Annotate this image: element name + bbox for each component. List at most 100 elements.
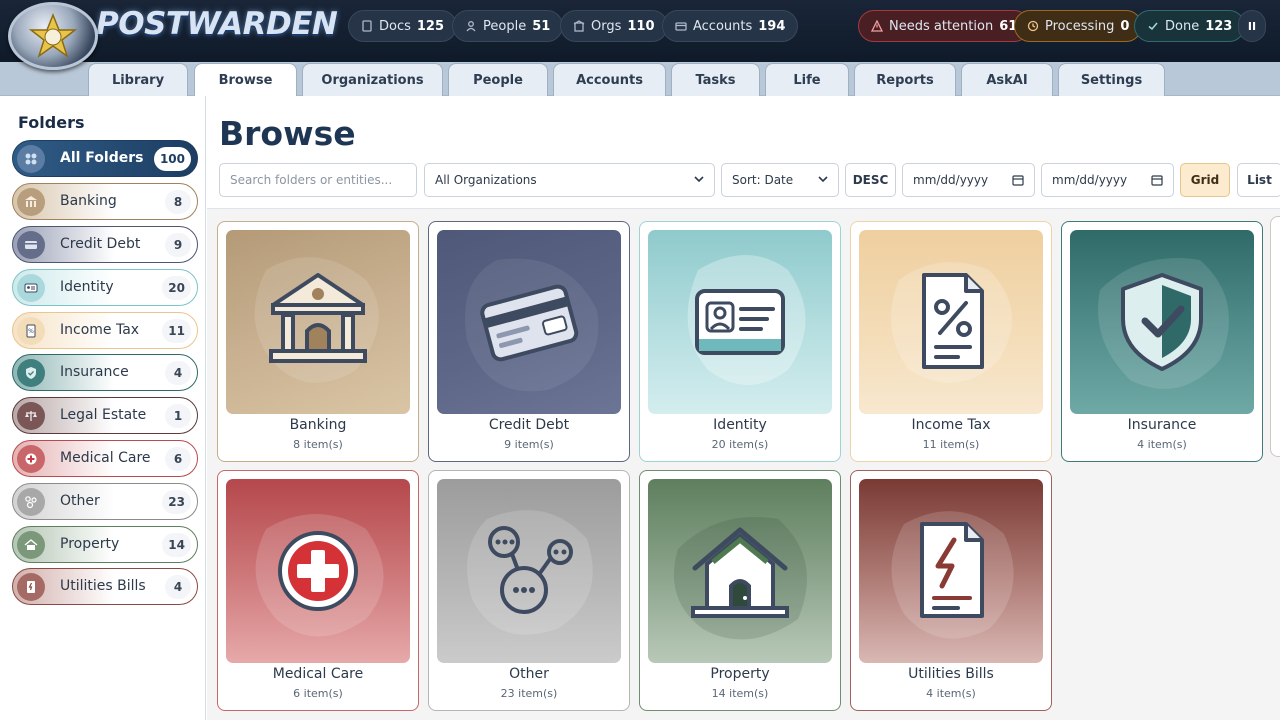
folder-card-medical-care[interactable]: Medical Care 6 item(s) bbox=[217, 470, 419, 711]
all-folders-icon bbox=[17, 145, 45, 173]
organization-select[interactable]: All Organizations bbox=[424, 163, 715, 197]
sidebar-item-banking[interactable]: Banking 8 bbox=[12, 183, 198, 220]
main-tab-bar: Library Browse Organizations People Acco… bbox=[0, 62, 1280, 97]
sidebar-item-count: 11 bbox=[162, 319, 191, 343]
check-icon bbox=[1148, 22, 1158, 31]
card-count: 9 item(s) bbox=[504, 438, 554, 451]
clock-icon bbox=[1027, 20, 1039, 32]
calendar-icon[interactable] bbox=[1151, 174, 1163, 186]
sidebar-item-count: 9 bbox=[165, 233, 191, 257]
id-card-icon bbox=[695, 289, 785, 355]
tab-library[interactable]: Library bbox=[88, 63, 188, 96]
tax-document-icon bbox=[922, 273, 984, 369]
sidebar-item-credit-debt[interactable]: Credit Debt 9 bbox=[12, 226, 198, 263]
chevron-down-icon bbox=[818, 176, 828, 183]
folder-card-insurance[interactable]: Insurance 4 item(s) bbox=[1061, 221, 1263, 462]
card-title: Credit Debt bbox=[488, 417, 570, 433]
date-to-value: mm/dd/yyyy bbox=[1052, 173, 1128, 187]
folder-card-utilities-bills[interactable]: Utilities Bills 4 item(s) bbox=[850, 470, 1052, 711]
card-title: Medical Care bbox=[272, 666, 364, 682]
grid-view-button[interactable]: Grid bbox=[1180, 163, 1230, 197]
tab-people[interactable]: People bbox=[448, 63, 548, 96]
tab-browse[interactable]: Browse bbox=[194, 63, 297, 97]
tab-tasks[interactable]: Tasks bbox=[671, 63, 760, 96]
tab-life[interactable]: Life bbox=[765, 63, 849, 96]
sort-select[interactable]: Sort: Date bbox=[721, 163, 839, 197]
sidebar-item-count: 4 bbox=[165, 575, 191, 599]
card-count: 23 item(s) bbox=[500, 687, 558, 700]
house-icon bbox=[691, 527, 789, 618]
shield-check-icon bbox=[17, 359, 45, 387]
sidebar-item-label: Credit Debt bbox=[60, 236, 141, 252]
processing-value: 0 bbox=[1120, 18, 1130, 34]
card-count: 14 item(s) bbox=[711, 687, 769, 700]
sidebar-item-other[interactable]: Other 23 bbox=[12, 483, 198, 520]
tab-accounts[interactable]: Accounts bbox=[553, 63, 666, 96]
tab-organizations[interactable]: Organizations bbox=[302, 63, 443, 96]
sort-order-button[interactable]: DESC bbox=[845, 163, 896, 197]
folder-card-partial[interactable] bbox=[1270, 216, 1280, 457]
people-stat-label: People bbox=[483, 18, 527, 34]
accounts-stat-label: Accounts bbox=[693, 18, 753, 34]
sidebar-item-insurance[interactable]: Insurance 4 bbox=[12, 354, 198, 391]
needs-attention-label: Needs attention bbox=[889, 18, 994, 34]
orgs-stat[interactable]: Orgs 110 bbox=[560, 10, 668, 42]
processing-pill[interactable]: Processing 0 bbox=[1014, 10, 1143, 42]
card-icon bbox=[675, 22, 687, 31]
sidebar-item-count: 1 bbox=[165, 404, 191, 428]
electric-bill-icon bbox=[920, 522, 984, 618]
sidebar-item-label: Property bbox=[60, 536, 120, 552]
sidebar-item-property[interactable]: Property 14 bbox=[12, 526, 198, 563]
sidebar-item-count: 14 bbox=[162, 533, 191, 557]
shield-check-icon bbox=[1121, 273, 1203, 371]
folder-card-banking[interactable]: Banking 8 item(s) bbox=[217, 221, 419, 462]
needs-attention-pill[interactable]: Needs attention 61 bbox=[858, 10, 1031, 42]
sidebar-item-count: 8 bbox=[165, 190, 191, 214]
molecule-icon bbox=[17, 488, 45, 516]
sidebar-item-all-folders[interactable]: All Folders 100 bbox=[12, 140, 198, 177]
sort-select-value: Sort: Date bbox=[732, 173, 794, 187]
done-pill[interactable]: Done 123 bbox=[1134, 10, 1246, 42]
card-title: Property bbox=[710, 666, 770, 682]
accounts-stat[interactable]: Accounts 194 bbox=[662, 10, 799, 42]
docs-stat[interactable]: Docs 125 bbox=[348, 10, 458, 42]
tab-askai[interactable]: AskAI bbox=[961, 63, 1053, 96]
tab-reports[interactable]: Reports bbox=[854, 63, 956, 96]
folder-card-income-tax[interactable]: Income Tax 11 item(s) bbox=[850, 221, 1052, 462]
done-label: Done bbox=[1165, 18, 1200, 34]
people-stat-value: 51 bbox=[532, 18, 551, 34]
page-title: Browse bbox=[219, 114, 356, 153]
date-to-input[interactable]: mm/dd/yyyy bbox=[1041, 163, 1174, 197]
card-title: Other bbox=[509, 666, 549, 682]
folder-card-identity[interactable]: Identity 20 item(s) bbox=[639, 221, 841, 462]
tab-settings[interactable]: Settings bbox=[1058, 63, 1165, 96]
folder-card-property[interactable]: Property 14 item(s) bbox=[639, 470, 841, 711]
people-stat[interactable]: People 51 bbox=[452, 10, 564, 42]
sidebar-item-count: 100 bbox=[153, 147, 191, 171]
sidebar-item-count: 4 bbox=[165, 361, 191, 385]
credit-card-icon bbox=[17, 231, 45, 259]
sidebar-item-identity[interactable]: Identity 20 bbox=[12, 269, 198, 306]
doc-icon bbox=[362, 20, 372, 32]
warning-icon bbox=[871, 20, 883, 32]
date-from-input[interactable]: mm/dd/yyyy bbox=[902, 163, 1035, 197]
sidebar-item-utilities-bills[interactable]: Utilities Bills 4 bbox=[12, 568, 198, 605]
organization-select-value: All Organizations bbox=[435, 173, 537, 187]
sidebar-item-income-tax[interactable]: % Income Tax 11 bbox=[12, 312, 198, 349]
sidebar-item-medical-care[interactable]: Medical Care 6 bbox=[12, 440, 198, 477]
calendar-icon[interactable] bbox=[1012, 174, 1024, 186]
list-view-button[interactable]: List bbox=[1237, 163, 1280, 197]
card-count: 4 item(s) bbox=[1137, 438, 1187, 451]
search-input[interactable]: Search folders or entities... bbox=[219, 163, 417, 197]
medical-cross-icon bbox=[278, 531, 358, 611]
docs-stat-label: Docs bbox=[379, 18, 411, 34]
folder-card-credit-debt[interactable]: Credit Debt 9 item(s) bbox=[428, 221, 630, 462]
folders-sidebar: Folders All Folders 100 Banking 8 Credit… bbox=[0, 96, 206, 720]
sidebar-item-legal-estate[interactable]: Legal Estate 1 bbox=[12, 397, 198, 434]
bank-icon bbox=[17, 188, 45, 216]
chevron-down-icon bbox=[694, 176, 704, 183]
folder-card-other[interactable]: Other 23 item(s) bbox=[428, 470, 630, 711]
pause-button[interactable]: II bbox=[1238, 10, 1266, 42]
bank-icon bbox=[269, 273, 367, 363]
accounts-stat-value: 194 bbox=[758, 18, 786, 34]
